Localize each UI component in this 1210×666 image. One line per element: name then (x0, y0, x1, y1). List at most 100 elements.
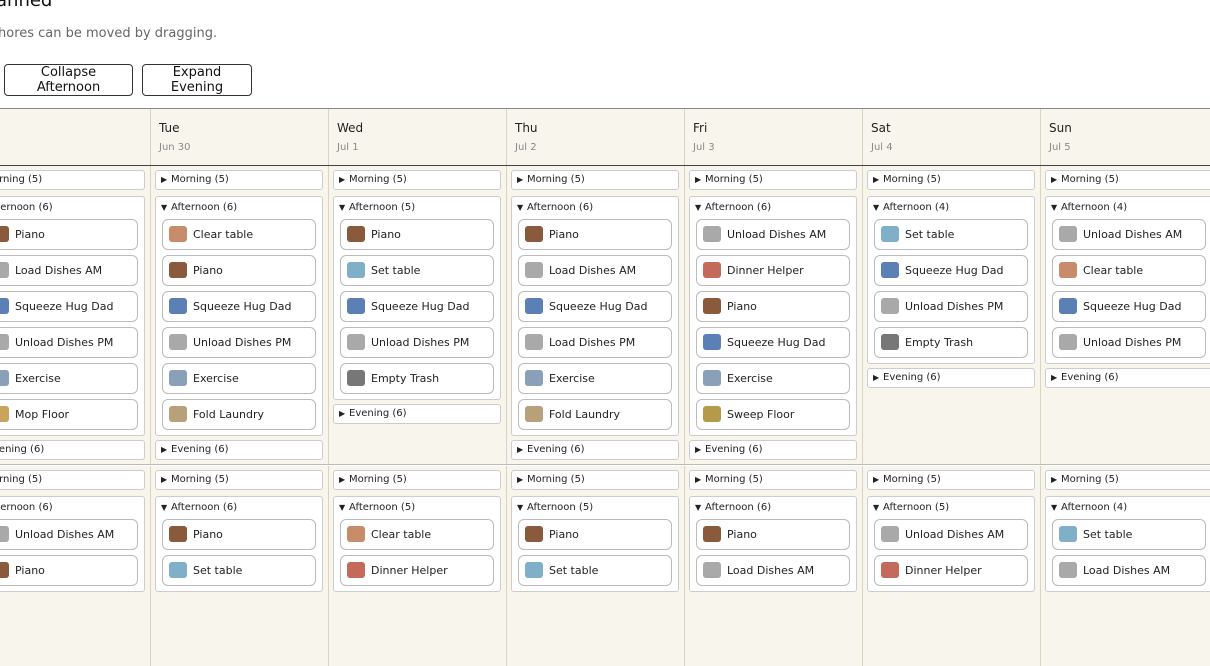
week-row: ▶orning (5)▼fternoon (6)PianoLoad Dishes… (0, 166, 1210, 465)
morning-section-toggle[interactable]: ▶ Morning (5) (155, 170, 323, 190)
chore-card[interactable]: Unload Dishes PM (340, 327, 494, 358)
chore-card[interactable]: Unload Dishes AM (696, 219, 850, 250)
morning-section-toggle[interactable]: ▶ Morning (5) (1045, 470, 1210, 490)
chore-card[interactable]: Squeeze Hug Dad (1052, 291, 1206, 322)
chore-card[interactable]: Exercise (696, 363, 850, 394)
evening-section-toggle[interactable]: ▶ Evening (6) (333, 404, 501, 424)
collapsed-triangle-icon: ▶ (1051, 475, 1058, 484)
afternoon-section-toggle[interactable]: ▼ Afternoon (6) (690, 197, 856, 219)
chore-label: Fold Laundry (549, 408, 621, 421)
afternoon-section-toggle[interactable]: ▼ Afternoon (4) (1046, 197, 1210, 219)
afternoon-section-toggle[interactable]: ▼ Afternoon (6) (512, 197, 678, 219)
trash-icon (347, 370, 365, 386)
chore-card[interactable]: Clear table (162, 219, 316, 250)
morning-section-toggle[interactable]: ▶ Morning (5) (867, 470, 1035, 490)
chore-card[interactable]: Dinner Helper (340, 555, 494, 586)
chore-card[interactable]: Set table (1052, 519, 1206, 550)
afternoon-section-toggle[interactable]: ▼ Afternoon (5) (868, 497, 1034, 519)
afternoon-section-toggle[interactable]: ▼ Afternoon (5) (334, 197, 500, 219)
chore-card[interactable]: Unload Dishes AM (874, 519, 1028, 550)
afternoon-section-toggle[interactable]: ▼ Afternoon (5) (512, 497, 678, 519)
chore-card[interactable]: Piano (0, 219, 138, 250)
table-icon (1059, 526, 1077, 542)
evening-section-toggle[interactable]: ▶ Evening (6) (867, 368, 1035, 388)
morning-section-toggle[interactable]: ▶ Morning (5) (1045, 170, 1210, 190)
chore-card[interactable]: Unload Dishes AM (0, 519, 138, 550)
evening-section-toggle[interactable]: ▶ Evening (6) (511, 440, 679, 460)
chore-card[interactable]: Sweep Floor (696, 399, 850, 430)
chore-card[interactable]: Squeeze Hug Dad (518, 291, 672, 322)
morning-section-toggle[interactable]: ▶ Morning (5) (511, 470, 679, 490)
afternoon-section-toggle[interactable]: ▼ Afternoon (5) (334, 497, 500, 519)
chore-card[interactable]: Piano (518, 519, 672, 550)
evening-section-toggle[interactable]: ▶ Evening (6) (689, 440, 857, 460)
chore-card[interactable]: Load Dishes AM (696, 555, 850, 586)
afternoon-section-toggle[interactable]: ▼fternoon (6) (0, 497, 144, 519)
chore-card[interactable]: Exercise (0, 363, 138, 394)
section-label: Afternoon (6) (705, 202, 772, 213)
morning-section-toggle[interactable]: ▶orning (5) (0, 170, 145, 190)
chore-card[interactable]: Unload Dishes PM (0, 327, 138, 358)
chore-card[interactable]: Set table (340, 255, 494, 286)
chore-card[interactable]: Piano (162, 255, 316, 286)
afternoon-section-toggle[interactable]: ▼ Afternoon (4) (868, 197, 1034, 219)
evening-section-toggle[interactable]: ▶ Evening (6) (1045, 368, 1210, 388)
morning-section-toggle[interactable]: ▶ Morning (5) (689, 470, 857, 490)
chore-card[interactable]: Empty Trash (874, 327, 1028, 358)
chore-card[interactable]: Clear table (340, 519, 494, 550)
chore-card[interactable]: Set table (874, 219, 1028, 250)
chore-card[interactable]: Squeeze Hug Dad (696, 327, 850, 358)
chore-card[interactable]: Clear table (1052, 255, 1206, 286)
chore-card[interactable]: Squeeze Hug Dad (162, 291, 316, 322)
chore-card[interactable]: Load Dishes PM (518, 327, 672, 358)
chore-card[interactable]: Squeeze Hug Dad (0, 291, 138, 322)
chore-card[interactable]: Unload Dishes PM (1052, 327, 1206, 358)
chore-card[interactable]: Piano (340, 219, 494, 250)
chore-card[interactable]: Unload Dishes PM (874, 291, 1028, 322)
morning-section-toggle[interactable]: ▶ Morning (5) (155, 470, 323, 490)
section-label: Morning (5) (171, 474, 229, 485)
collapse-afternoon-button[interactable]: Collapse Afternoon (4, 64, 133, 96)
evening-section-toggle[interactable]: ▶vening (6) (0, 440, 145, 460)
chore-card[interactable]: Piano (162, 519, 316, 550)
chore-card[interactable]: Exercise (162, 363, 316, 394)
chore-card[interactable]: Unload Dishes PM (162, 327, 316, 358)
afternoon-section-toggle[interactable]: ▼ Afternoon (6) (690, 497, 856, 519)
mop-icon (0, 406, 9, 422)
chore-card[interactable]: Piano (518, 219, 672, 250)
chore-card[interactable]: Dinner Helper (696, 255, 850, 286)
afternoon-section: ▼ Afternoon (6) Piano Load Dishes AM Squeeze… (511, 196, 679, 436)
chore-card[interactable]: Unload Dishes AM (1052, 219, 1206, 250)
section-label: orning (5) (0, 474, 43, 485)
morning-section-toggle[interactable]: ▶ Morning (5) (867, 170, 1035, 190)
chore-card[interactable]: Set table (518, 555, 672, 586)
chore-card[interactable]: Fold Laundry (162, 399, 316, 430)
afternoon-section-toggle[interactable]: ▼ Afternoon (6) (156, 197, 322, 219)
chore-card[interactable]: Set table (162, 555, 316, 586)
chore-card[interactable]: Dinner Helper (874, 555, 1028, 586)
table-icon (169, 562, 187, 578)
chore-card[interactable]: Load Dishes AM (518, 255, 672, 286)
chore-card[interactable]: Load Dishes AM (0, 255, 138, 286)
chore-card[interactable]: Fold Laundry (518, 399, 672, 430)
chore-label: Set table (905, 228, 955, 241)
morning-section-toggle[interactable]: ▶orning (5) (0, 470, 145, 490)
morning-section-toggle[interactable]: ▶ Morning (5) (333, 170, 501, 190)
chore-card[interactable]: Squeeze Hug Dad (340, 291, 494, 322)
morning-section-toggle[interactable]: ▶ Morning (5) (511, 170, 679, 190)
chore-card[interactable]: Empty Trash (340, 363, 494, 394)
chore-card[interactable]: Mop Floor (0, 399, 138, 430)
afternoon-section-toggle[interactable]: ▼ Afternoon (6) (156, 497, 322, 519)
chore-card[interactable]: Load Dishes AM (1052, 555, 1206, 586)
morning-section-toggle[interactable]: ▶ Morning (5) (333, 470, 501, 490)
evening-section-toggle[interactable]: ▶ Evening (6) (155, 440, 323, 460)
morning-section-toggle[interactable]: ▶ Morning (5) (689, 170, 857, 190)
chore-card[interactable]: Squeeze Hug Dad (874, 255, 1028, 286)
chore-card[interactable]: Exercise (518, 363, 672, 394)
chore-card[interactable]: Piano (696, 519, 850, 550)
afternoon-section-toggle[interactable]: ▼fternoon (6) (0, 197, 144, 219)
expand-evening-button[interactable]: Expand Evening (142, 64, 252, 96)
afternoon-section-toggle[interactable]: ▼ Afternoon (4) (1046, 497, 1210, 519)
chore-card[interactable]: Piano (0, 555, 138, 586)
chore-card[interactable]: Piano (696, 291, 850, 322)
